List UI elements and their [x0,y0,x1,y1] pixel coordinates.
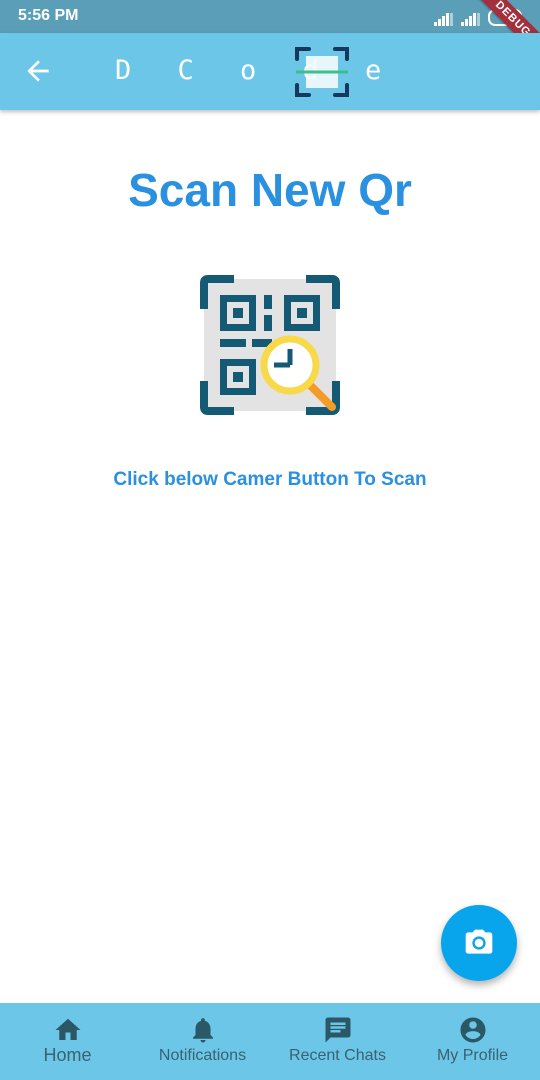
scan-instruction: Click below Camer Button To Scan [113,469,427,490]
back-button[interactable] [22,55,54,87]
nav-item-home[interactable]: Home [0,1003,135,1080]
chat-icon [325,1017,350,1043]
page-title: Scan New Qr [128,164,412,216]
nav-label-notifications: Notifications [158,1047,247,1064]
signal-icon-2 [461,12,480,26]
app-bar: D C o d e [0,33,540,110]
bell-icon [192,1018,213,1043]
nav-label-home: Home [43,1045,92,1065]
nav-label-my-profile: My Profile [436,1047,509,1064]
home-icon [55,1018,80,1040]
nav-item-recent-chats[interactable]: Recent Chats [270,1003,405,1080]
qr-code-search-icon [200,275,340,415]
qr-scan-logo-icon [292,42,352,102]
signal-icon [434,12,453,26]
arrow-back-icon [27,60,49,82]
status-time: 5:56 PM [18,7,79,24]
account-circle-icon [460,1017,485,1043]
app-title: D C o d e [115,55,397,86]
nav-item-notifications[interactable]: Notifications [135,1003,270,1080]
camera-icon [465,929,493,954]
nav-label-recent-chats: Recent Chats [289,1047,386,1064]
status-bar: 5:56 PM 80 DEBUG [0,0,540,65]
camera-scan-button[interactable] [441,905,517,981]
bottom-navigation: Home Notifications Recent Chats My Profi… [0,1003,540,1080]
nav-item-my-profile[interactable]: My Profile [405,1003,540,1080]
